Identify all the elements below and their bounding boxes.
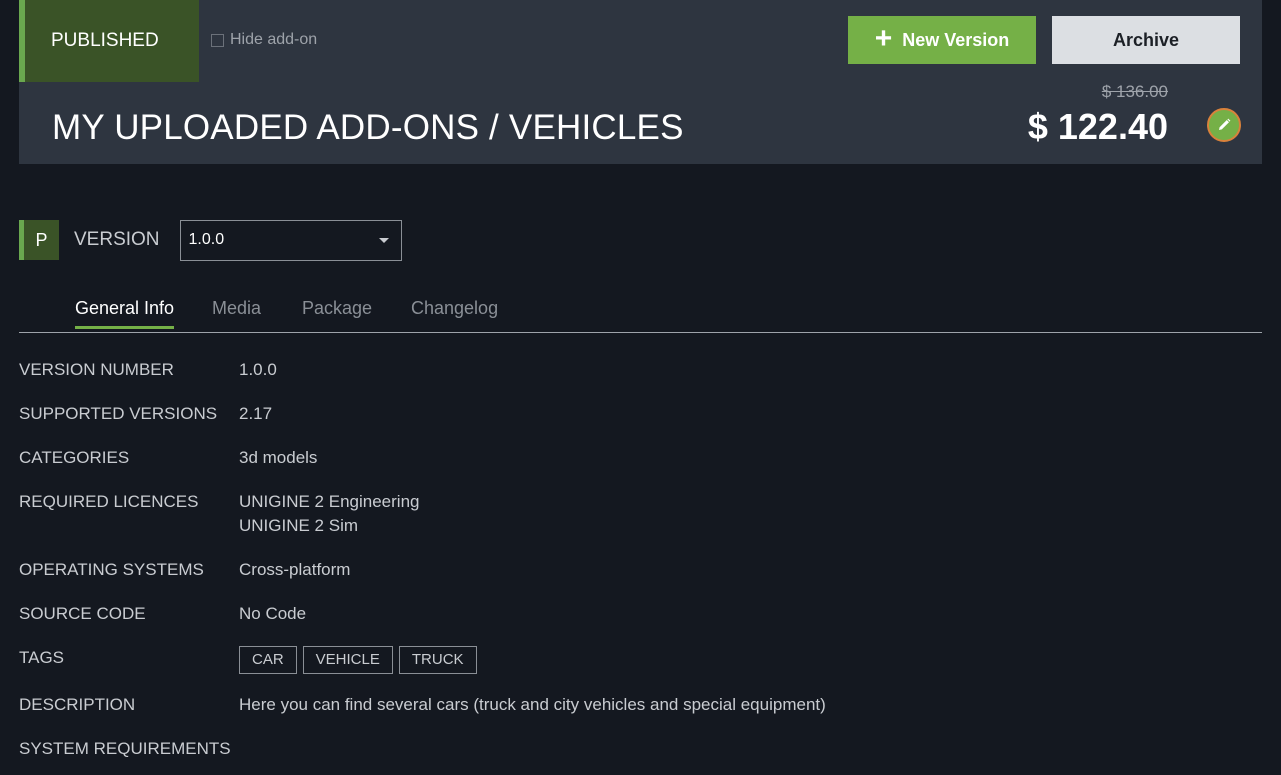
tag-chip[interactable]: VEHICLE [302,646,393,674]
info-label: SYSTEM REQUIREMENTS [19,739,231,758]
info-value: 2.17 [239,404,273,423]
licence-item: UNIGINE 2 Engineering [239,492,420,511]
price-original: $ 136.00 [1101,82,1168,101]
info-value: 3d models [239,448,318,467]
info-label: OPERATING SYSTEMS [19,560,204,579]
new-version-button[interactable]: + New Version [848,16,1036,64]
version-select-value: 1.0.0 [188,231,225,248]
archive-button[interactable]: Archive [1052,16,1240,64]
info-label: CATEGORIES [19,448,130,467]
hide-addon-checkbox[interactable] [211,33,224,47]
status-badge: PUBLISHED [19,0,199,82]
new-version-label: New Version [902,29,1010,50]
page-header: PUBLISHED Hide add-on + New Version Arch… [19,0,1262,164]
version-status-badge: P [19,220,59,260]
tab-package[interactable]: Package [302,298,372,329]
info-label: REQUIRED LICENCES [19,492,199,511]
info-label: VERSION NUMBER [19,360,174,379]
info-value: Here you can find several cars (truck an… [239,695,826,714]
tab-changelog[interactable]: Changelog [411,298,498,329]
tab-general-info[interactable]: General Info [75,298,175,329]
tags-list: CAR VEHICLE TRUCK [239,646,483,674]
price-current: $ 122.40 [1027,106,1168,147]
plus-icon: + [874,21,893,55]
version-select[interactable]: 1.0.0 [179,219,402,261]
info-value: 1.0.0 [239,360,277,379]
tab-bar: General Info Media Package Changelog [19,290,1262,333]
chevron-down-icon [378,237,389,243]
version-row: P VERSION 1.0.0 [19,219,402,261]
pencil-icon [1219,118,1231,130]
hide-addon-toggle[interactable]: Hide add-on [211,30,317,50]
info-label: DESCRIPTION [19,695,136,714]
info-label: SUPPORTED VERSIONS [19,404,218,423]
tab-media[interactable]: Media [212,298,261,329]
hide-addon-label: Hide add-on [230,31,318,48]
tag-chip[interactable]: TRUCK [398,646,477,674]
licence-item: UNIGINE 2 Sim [239,516,359,535]
page-title: MY UPLOADED ADD-ONS / VEHICLES [52,108,684,147]
edit-price-button[interactable] [1207,108,1241,142]
info-label: SOURCE CODE [19,604,146,623]
info-value: UNIGINE 2 Engineering UNIGINE 2 Sim [239,490,419,538]
info-label: TAGS [19,648,65,667]
info-value: No Code [239,604,307,623]
info-value: Cross-platform [239,560,351,579]
version-label: VERSION [74,229,160,250]
tag-chip[interactable]: CAR [239,646,297,674]
